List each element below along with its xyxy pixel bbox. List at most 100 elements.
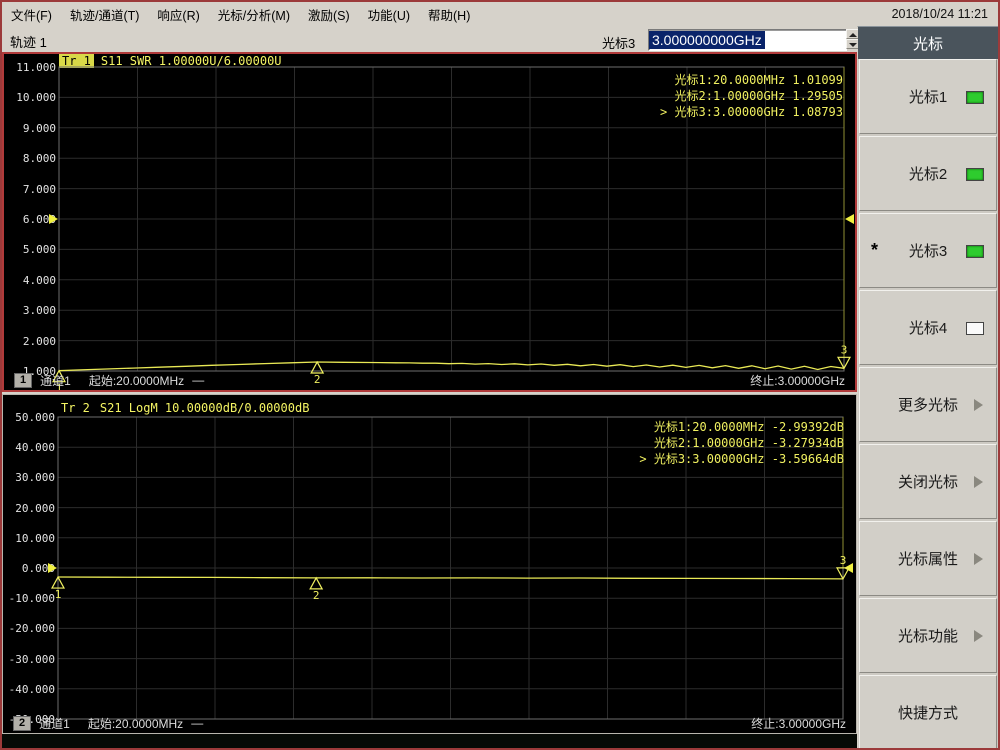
menu-item-marker-analysis[interactable]: 光标/分析(M) xyxy=(209,2,299,27)
sidebar-button-label: 光标功能 xyxy=(898,625,958,646)
y-tick-label: 8.000 xyxy=(6,152,56,165)
shortcuts-button[interactable]: 快捷方式 xyxy=(859,675,997,750)
vna-application-window: 文件(F)轨迹/通道(T)响应(R)光标/分析(M)激励(S)功能(U)帮助(H… xyxy=(0,0,1000,750)
y-tick-label: 40.000 xyxy=(5,441,55,454)
marker-triangle-up xyxy=(310,578,322,589)
s21-logm-footer: 2通道1起始:20.0000MHz—终止:3.00000GHz xyxy=(3,715,856,731)
s11-swr-trace-title: Tr 1 S11 SWR 1.00000U/6.00000U xyxy=(59,54,282,68)
sidebar-button-label: 关闭光标 xyxy=(898,471,958,492)
menu-item-file[interactable]: 文件(F) xyxy=(2,2,61,27)
submenu-arrow-icon xyxy=(974,630,983,642)
s11-swr-trace-window[interactable]: Tr 1 S11 SWR 1.00000U/6.00000U 11.000 10.00… xyxy=(2,52,857,392)
trace-id-badge[interactable]: Tr 2 xyxy=(58,401,93,415)
s11-swr-footer: 1通道1起始:20.0000MHz—终止:3.00000GHz xyxy=(4,372,855,388)
marker-off-button[interactable]: 关闭光标 xyxy=(859,444,997,519)
sidebar-button-label: 光标2 xyxy=(909,163,947,184)
marker-readout-line: 光标1:20.0000MHz -2.99392dB xyxy=(639,419,844,435)
sidebar-button-label: 快捷方式 xyxy=(898,702,958,723)
s21-logm-trace-window[interactable]: Tr 2 S21 LogM 10.00000dB/0.00000dB 50.000 4… xyxy=(2,394,857,734)
trace-selector[interactable]: 轨迹 1 xyxy=(10,32,47,51)
led-off-icon xyxy=(966,322,984,335)
y-tick-label: -40.000 xyxy=(5,683,55,696)
marker4-button[interactable]: 光标4 xyxy=(859,290,997,365)
marker-stimulus-value: 3.000000000GHz xyxy=(649,31,765,49)
channel-label: 通道1 xyxy=(39,715,70,732)
sidebar-button-label: 光标4 xyxy=(909,317,947,338)
submenu-arrow-icon xyxy=(974,399,983,411)
softkey-sidebar: 光标 光标1 光标2 * 光标3 光标4 更多光标关闭光标光标属性光标功能快捷方式 xyxy=(858,26,998,748)
marker-number-label: 3 xyxy=(841,343,848,356)
marker-triangle-down xyxy=(837,568,849,579)
marker-properties-button[interactable]: 光标属性 xyxy=(859,521,997,596)
y-tick-label: 20.000 xyxy=(5,502,55,515)
active-marker-asterisk: * xyxy=(871,240,878,261)
y-tick-label: 10.000 xyxy=(6,91,56,104)
marker-triangle-down xyxy=(838,357,850,368)
ref-level-arrow-right[interactable] xyxy=(845,214,854,224)
y-tick-label: 4.000 xyxy=(6,274,56,287)
marker-number-label: 3 xyxy=(840,554,847,567)
s11-swr-trace-line xyxy=(59,362,844,371)
sidebar-title: 光标 xyxy=(858,26,998,59)
y-tick-label: -10.000 xyxy=(5,592,55,605)
s11-swr-marker-readouts: 光标1:20.0000MHz 1.01099光标2:1.00000GHz 1.2… xyxy=(660,72,843,120)
y-tick-label: 50.000 xyxy=(5,411,55,424)
marker-stimulus-input[interactable]: 3.000000000GHz xyxy=(648,29,847,51)
menu-item-help[interactable]: 帮助(H) xyxy=(419,2,479,27)
y-tick-label: 9.000 xyxy=(6,122,56,135)
marker-triangle-up xyxy=(52,577,64,588)
trace-format-label: S21 LogM 10.00000dB/0.00000dB xyxy=(100,401,310,415)
marker-2-glyph[interactable]: 2 xyxy=(310,578,322,602)
y-tick-label: -20.000 xyxy=(5,622,55,635)
marker3-button[interactable]: * 光标3 xyxy=(859,213,997,288)
y-tick-label: 5.000 xyxy=(6,243,56,256)
led-on-icon xyxy=(966,91,984,104)
y-tick-label: 30.000 xyxy=(5,471,55,484)
down-arrow-icon xyxy=(849,43,857,47)
marker-readout-line: 光标2:1.00000GHz -3.27934dB xyxy=(639,435,844,451)
marker-readout-line: 光标1:20.0000MHz 1.01099 xyxy=(660,72,843,88)
sidebar-button-label: 光标属性 xyxy=(898,548,958,569)
sidebar-button-label: 更多光标 xyxy=(898,394,958,415)
channel-number-badge: 2 xyxy=(13,716,31,731)
marker-number-label: 1 xyxy=(55,588,62,601)
trace-format-label: S11 SWR 1.00000U/6.00000U xyxy=(101,54,282,68)
marker1-button[interactable]: 光标1 xyxy=(859,59,997,134)
sidebar-button-label: 光标1 xyxy=(909,86,947,107)
marker-readout-line: 光标2:1.00000GHz 1.29505 xyxy=(660,88,843,104)
sweep-stop-label: 终止:3.00000GHz xyxy=(750,372,845,389)
menu-item-response[interactable]: 响应(R) xyxy=(148,2,208,27)
channel-number-badge: 1 xyxy=(14,373,32,388)
y-tick-label: 11.000 xyxy=(6,61,56,74)
marker-number-label: 2 xyxy=(313,589,320,602)
ref-level-arrow-right[interactable] xyxy=(844,563,853,573)
sidebar-buttons: 光标1 光标2 * 光标3 光标4 更多光标关闭光标光标属性光标功能快捷方式 xyxy=(859,59,997,750)
submenu-arrow-icon xyxy=(974,476,983,488)
led-on-icon xyxy=(966,168,984,181)
y-tick-label: 3.000 xyxy=(6,304,56,317)
up-arrow-icon xyxy=(849,33,857,37)
menu-item-stimulus[interactable]: 激励(S) xyxy=(299,2,359,27)
sidebar-button-label: 光标3 xyxy=(909,240,947,261)
trace-id-badge[interactable]: Tr 1 xyxy=(59,54,94,68)
sweep-indicator: — xyxy=(192,373,204,387)
marker2-button[interactable]: 光标2 xyxy=(859,136,997,211)
menu-item-function[interactable]: 功能(U) xyxy=(359,2,419,27)
sweep-start-label: 起始:20.0000MHz xyxy=(89,372,184,389)
y-tick-label: 2.000 xyxy=(6,335,56,348)
bottom-strip xyxy=(2,734,857,748)
toolbar-row: 轨迹 1 光标3 3.000000000GHz xyxy=(2,26,857,52)
more-markers-button[interactable]: 更多光标 xyxy=(859,367,997,442)
s21-logm-trace-title: Tr 2 S21 LogM 10.00000dB/0.00000dB xyxy=(58,401,309,415)
marker-functions-button[interactable]: 光标功能 xyxy=(859,598,997,673)
s21-logm-marker-readouts: 光标1:20.0000MHz -2.99392dB光标2:1.00000GHz … xyxy=(639,419,844,467)
marker-readout-line: > 光标3:3.00000GHz -3.59664dB xyxy=(639,451,844,467)
s21-logm-trace-line xyxy=(58,577,843,579)
menu-item-trace-channel[interactable]: 轨迹/通道(T) xyxy=(61,2,148,27)
led-on-icon xyxy=(966,245,984,258)
menu-bar: 文件(F)轨迹/通道(T)响应(R)光标/分析(M)激励(S)功能(U)帮助(H… xyxy=(2,2,998,27)
y-tick-label: 6.000 xyxy=(6,213,56,226)
y-tick-label: 7.000 xyxy=(6,183,56,196)
sweep-start-label: 起始:20.0000MHz xyxy=(88,715,183,732)
y-tick-label: 10.000 xyxy=(5,532,55,545)
